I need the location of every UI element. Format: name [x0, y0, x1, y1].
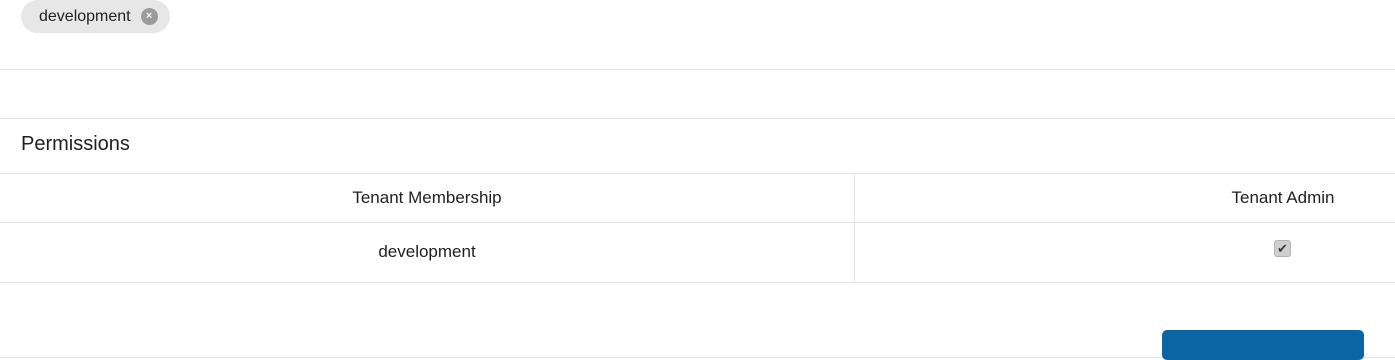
table-cell-tenant: development	[378, 242, 476, 261]
table-header-divider	[0, 222, 1395, 223]
permissions-panel	[0, 118, 1395, 358]
tenant-chip-label: development	[39, 7, 131, 25]
checkmark-icon: ✔	[1277, 241, 1288, 256]
primary-action-button[interactable]	[1162, 330, 1364, 360]
table-bottom-border	[0, 282, 1395, 283]
table-top-border	[0, 173, 1395, 174]
column-header-tenant-admin: Tenant Admin	[1231, 188, 1335, 207]
section-divider	[0, 69, 1395, 70]
table-column-divider	[854, 174, 855, 282]
tenant-admin-checkbox[interactable]: ✔	[1274, 240, 1291, 257]
tenant-chip: development ×	[21, 0, 170, 33]
column-header-tenant-membership: Tenant Membership	[352, 188, 502, 207]
permissions-title: Permissions	[21, 133, 130, 155]
close-icon[interactable]: ×	[140, 8, 158, 25]
